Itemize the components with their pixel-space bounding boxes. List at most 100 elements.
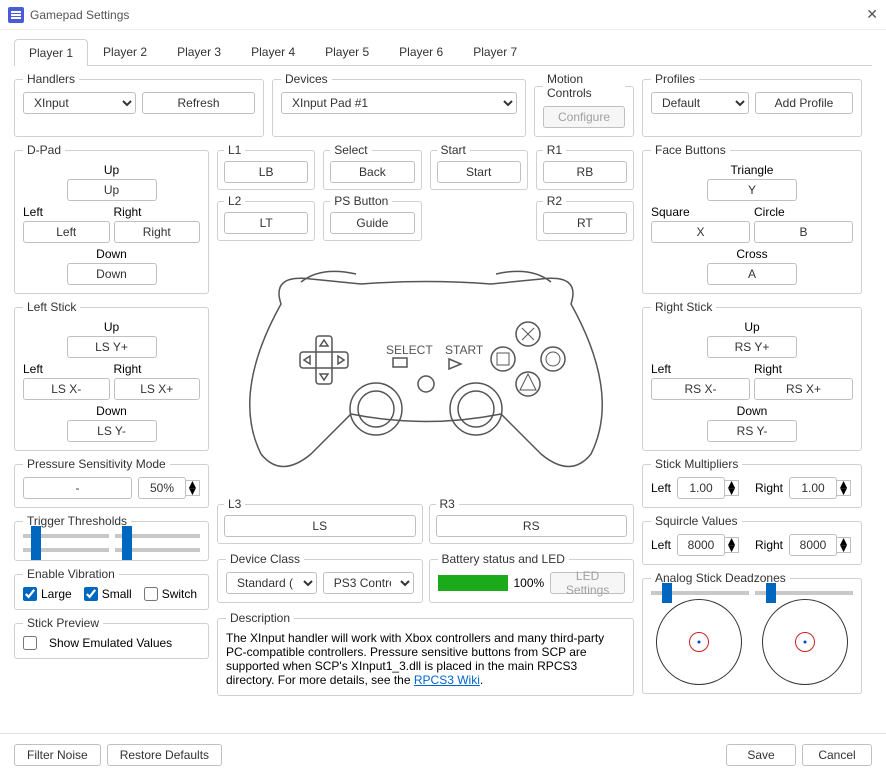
devclass-legend: Device Class bbox=[226, 552, 304, 566]
sq-left-spin[interactable]: ▲▼ bbox=[677, 534, 739, 556]
tab-player-1[interactable]: Player 1 bbox=[14, 39, 88, 66]
r1-button[interactable]: RB bbox=[543, 161, 627, 183]
filter-noise-button[interactable]: Filter Noise bbox=[14, 744, 101, 766]
tab-player-3[interactable]: Player 3 bbox=[162, 38, 236, 65]
rstick-right-button[interactable]: RS X+ bbox=[754, 378, 853, 400]
l2-button[interactable]: LT bbox=[224, 212, 308, 234]
devclass-b[interactable]: PS3 Controller bbox=[323, 572, 414, 594]
dpad-up-label: Up bbox=[104, 163, 119, 177]
devices-select[interactable]: XInput Pad #1 bbox=[281, 92, 517, 114]
trigger-group: Trigger Thresholds bbox=[14, 514, 209, 561]
l1-button[interactable]: LB bbox=[224, 161, 308, 183]
preview-show[interactable]: Show Emulated Values bbox=[23, 636, 200, 650]
sq-left-input[interactable] bbox=[677, 534, 725, 556]
cancel-button[interactable]: Cancel bbox=[802, 744, 872, 766]
tab-player-2[interactable]: Player 2 bbox=[88, 38, 162, 65]
refresh-button[interactable]: Refresh bbox=[142, 92, 255, 114]
rstick-left-button[interactable]: RS X- bbox=[651, 378, 750, 400]
led-button[interactable]: LED Settings bbox=[550, 572, 625, 594]
r2-button[interactable]: RT bbox=[543, 212, 627, 234]
select-button[interactable]: Back bbox=[330, 161, 414, 183]
left-stick-group: Left Stick UpLS Y+ LeftLS X- RightLS X+ … bbox=[14, 300, 209, 451]
r3-group: R3RS bbox=[429, 497, 635, 544]
rstick-up-button[interactable]: RS Y+ bbox=[707, 336, 797, 358]
dpad-right-button[interactable]: Right bbox=[114, 221, 201, 243]
pressure-group: Pressure Sensitivity Mode - ▲▼ bbox=[14, 457, 209, 508]
pressure-legend: Pressure Sensitivity Mode bbox=[23, 457, 170, 471]
tab-player-5[interactable]: Player 5 bbox=[310, 38, 384, 65]
vib-switch[interactable]: Switch bbox=[144, 587, 197, 601]
dz-left-slider[interactable] bbox=[651, 591, 749, 595]
start-button[interactable]: Start bbox=[437, 161, 521, 183]
rstick-down-button[interactable]: RS Y- bbox=[707, 420, 797, 442]
vibration-group: Enable Vibration Large Small Switch bbox=[14, 567, 209, 610]
dpad-legend: D-Pad bbox=[23, 143, 65, 157]
mult-left-input[interactable] bbox=[677, 477, 725, 499]
motion-configure-button[interactable]: Configure bbox=[543, 106, 625, 128]
vib-switch-check[interactable] bbox=[144, 587, 158, 601]
dpad-left-button[interactable]: Left bbox=[23, 221, 110, 243]
lstick-up-button[interactable]: LS Y+ bbox=[67, 336, 157, 358]
save-button[interactable]: Save bbox=[726, 744, 796, 766]
face-cir-button[interactable]: B bbox=[754, 221, 853, 243]
sq-right-input[interactable] bbox=[789, 534, 837, 556]
add-profile-button[interactable]: Add Profile bbox=[755, 92, 853, 114]
l3-legend: L3 bbox=[224, 497, 245, 511]
select-legend: Select bbox=[330, 143, 371, 157]
r2-group: R2RT bbox=[536, 194, 634, 241]
mult-legend: Stick Multipliers bbox=[651, 457, 742, 471]
dpad-up-button[interactable]: Up bbox=[67, 179, 157, 201]
tab-player-6[interactable]: Player 6 bbox=[384, 38, 458, 65]
rstick-left-label: Left bbox=[651, 362, 750, 376]
close-icon[interactable]: ✕ bbox=[866, 6, 878, 23]
pressure-pct-input[interactable] bbox=[138, 477, 186, 499]
pressure-pct-spinner[interactable]: ▲▼ bbox=[138, 477, 200, 499]
sq-right-spin[interactable]: ▲▼ bbox=[789, 534, 851, 556]
sq-right-label: Right bbox=[755, 538, 783, 552]
r3-button[interactable]: RS bbox=[436, 515, 628, 537]
desc-link[interactable]: RPCS3 Wiki bbox=[414, 673, 480, 687]
lstick-down-button[interactable]: LS Y- bbox=[67, 420, 157, 442]
preview-check[interactable] bbox=[23, 636, 37, 650]
trigger-l2-slider[interactable] bbox=[23, 548, 109, 552]
mult-right-label: Right bbox=[755, 481, 783, 495]
mult-right-input[interactable] bbox=[789, 477, 837, 499]
dz-right-slider[interactable] bbox=[755, 591, 853, 595]
face-sq-button[interactable]: X bbox=[651, 221, 750, 243]
select-group: Select Back bbox=[323, 143, 421, 190]
ps-button[interactable]: Guide bbox=[330, 212, 414, 234]
l3-button[interactable]: LS bbox=[224, 515, 416, 537]
preview-group: Stick Preview Show Emulated Values bbox=[14, 616, 209, 659]
vib-small-check[interactable] bbox=[84, 587, 98, 601]
lstick-right-button[interactable]: LS X+ bbox=[114, 378, 201, 400]
battery-group: Battery status and LED 100%LED Settings bbox=[429, 552, 635, 603]
trigger-r2-slider[interactable] bbox=[115, 548, 201, 552]
l3-group: L3 LS bbox=[217, 497, 423, 544]
trigger-l-slider[interactable] bbox=[23, 534, 109, 538]
battery-bar bbox=[438, 575, 508, 591]
handlers-select[interactable]: XInput bbox=[23, 92, 136, 114]
lstick-left-label: Left bbox=[23, 362, 110, 376]
devclass-a[interactable]: Standard (Pad) bbox=[226, 572, 317, 594]
devices-legend: Devices bbox=[281, 72, 332, 86]
dpad-down-button[interactable]: Down bbox=[67, 263, 157, 285]
l2-legend: L2 bbox=[224, 194, 245, 208]
vib-large[interactable]: Large bbox=[23, 587, 72, 601]
lstick-left-button[interactable]: LS X- bbox=[23, 378, 110, 400]
vib-large-check[interactable] bbox=[23, 587, 37, 601]
face-cross-button[interactable]: A bbox=[707, 263, 797, 285]
mult-right-spin[interactable]: ▲▼ bbox=[789, 477, 851, 499]
mult-left-spin[interactable]: ▲▼ bbox=[677, 477, 739, 499]
dpad-down-label: Down bbox=[96, 247, 127, 261]
profiles-select[interactable]: Default bbox=[651, 92, 749, 114]
tab-player-4[interactable]: Player 4 bbox=[236, 38, 310, 65]
vib-small[interactable]: Small bbox=[84, 587, 132, 601]
lstick-legend: Left Stick bbox=[23, 300, 80, 314]
lstick-right-label: Right bbox=[114, 362, 201, 376]
restore-defaults-button[interactable]: Restore Defaults bbox=[107, 744, 222, 766]
face-tri-button[interactable]: Y bbox=[707, 179, 797, 201]
face-cir-label: Circle bbox=[754, 205, 853, 219]
tab-player-7[interactable]: Player 7 bbox=[458, 38, 532, 65]
pressure-mode-button[interactable]: - bbox=[23, 477, 132, 499]
trigger-r-slider[interactable] bbox=[115, 534, 201, 538]
